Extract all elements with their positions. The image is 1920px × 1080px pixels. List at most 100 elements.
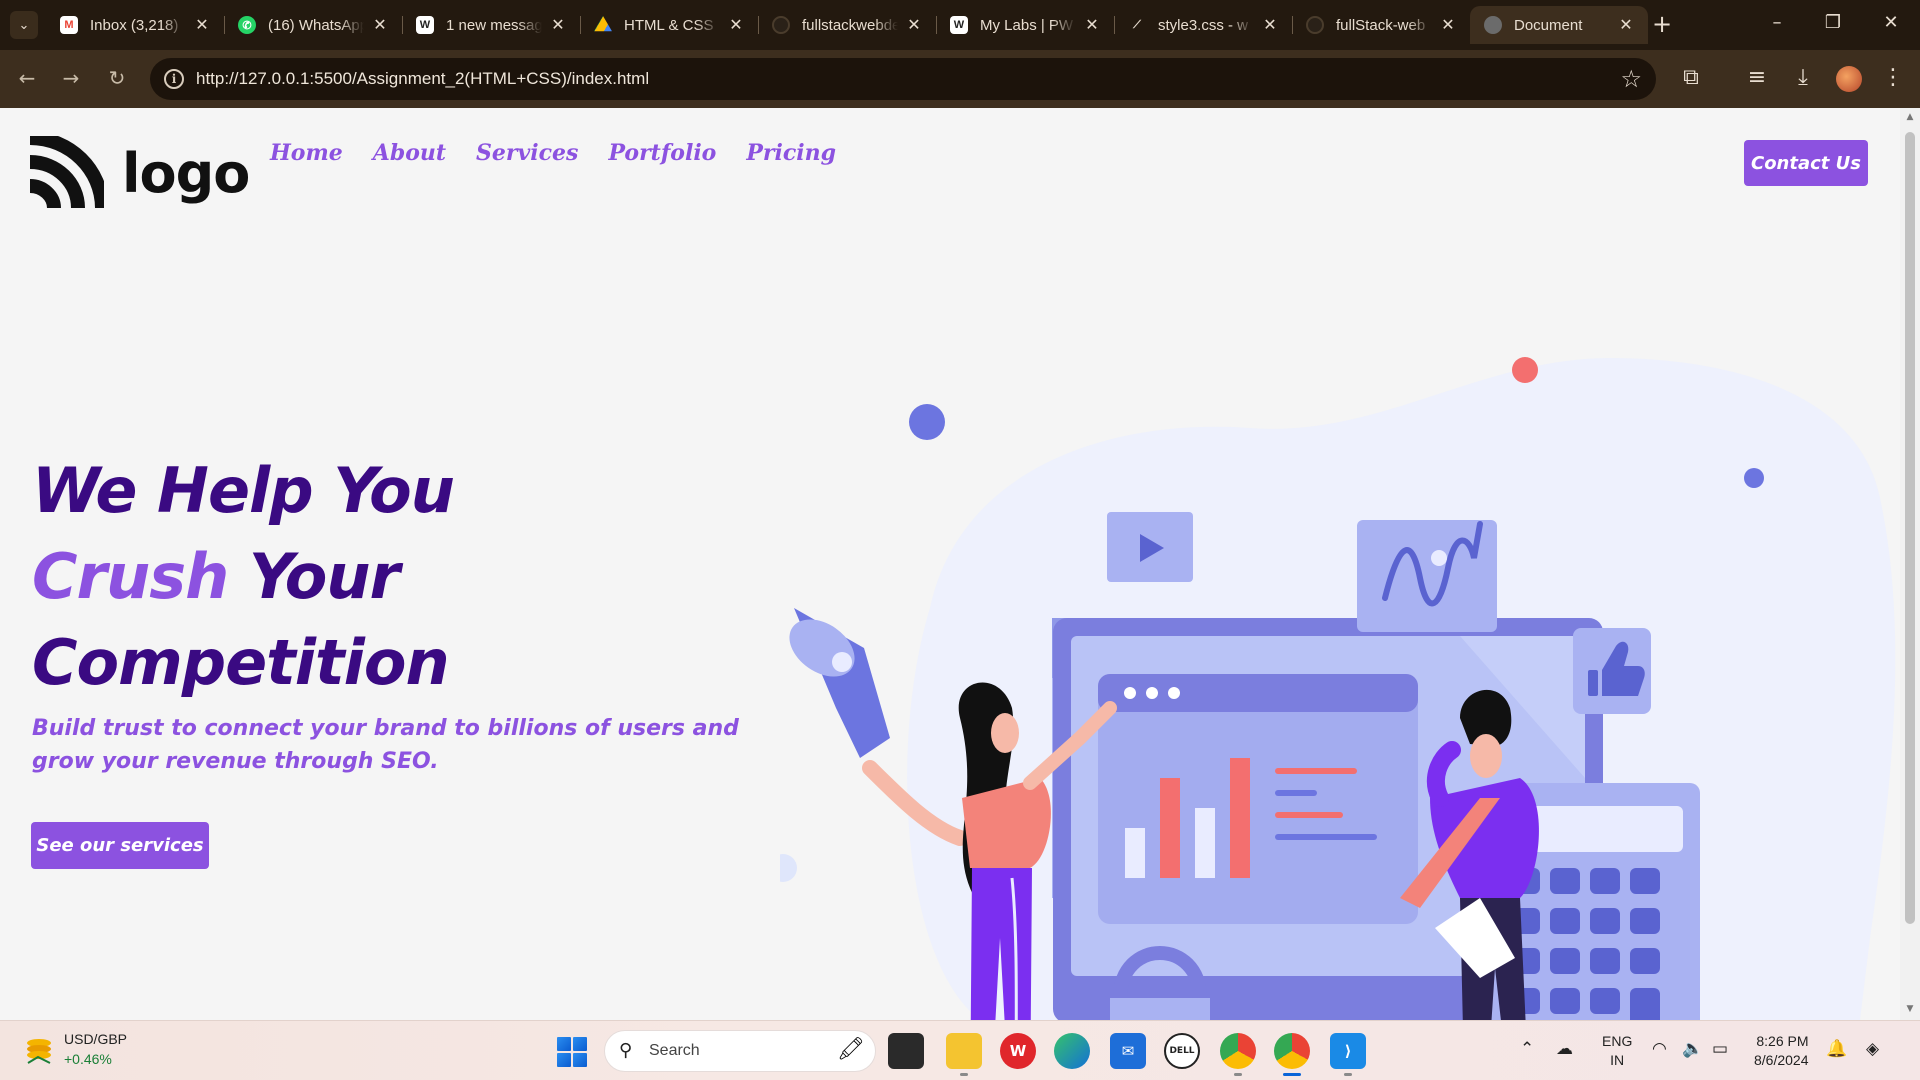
- mail-icon[interactable]: ✉: [1110, 1033, 1146, 1069]
- tab-title: 1 new message: [446, 16, 542, 34]
- back-button[interactable]: ←: [12, 66, 42, 90]
- notification-bell-icon[interactable]: 🔔: [1826, 1039, 1847, 1059]
- hero-illustration: [780, 357, 1896, 1020]
- tab-whatsapp[interactable]: ✆ (16) WhatsApp ✕: [224, 6, 402, 44]
- close-icon[interactable]: ✕: [1082, 15, 1102, 35]
- search-placeholder: Search: [649, 1042, 700, 1059]
- system-clock[interactable]: 8:26 PM 8/6/2024: [1754, 1032, 1809, 1070]
- taskbar-search[interactable]: ⚲ Search 🖍: [604, 1030, 876, 1072]
- onedrive-icon[interactable]: ☁: [1556, 1039, 1573, 1059]
- scroll-up-arrow-icon[interactable]: ▲: [1905, 112, 1915, 122]
- hero-line-2: Your: [228, 540, 400, 613]
- minimize-button[interactable]: –: [1762, 12, 1792, 33]
- app-running-indicator: [1234, 1073, 1242, 1076]
- media-controls-icon[interactable]: ≡: [1742, 65, 1772, 90]
- volume-icon[interactable]: 🔈: [1682, 1039, 1703, 1059]
- app-active-indicator: [1283, 1073, 1301, 1076]
- tab-codesandbox[interactable]: ⟋ style3.css - w ✕: [1114, 6, 1292, 44]
- url-bar[interactable]: i http://127.0.0.1:5500/Assignment_2(HTM…: [150, 58, 1656, 100]
- new-tab-button[interactable]: +: [1652, 12, 1672, 36]
- nav-pricing-link[interactable]: Pricing: [746, 140, 836, 166]
- tab-title: fullStack-web: [1336, 16, 1426, 34]
- blue-dot: [909, 404, 945, 440]
- battery-icon[interactable]: ▭: [1712, 1039, 1728, 1059]
- stock-widget-icon[interactable]: [24, 1035, 54, 1065]
- tab-wordpress[interactable]: W 1 new message ✕: [402, 6, 580, 44]
- bookmark-star-icon[interactable]: ☆: [1620, 65, 1642, 93]
- url-text[interactable]: http://127.0.0.1:5500/Assignment_2(HTML+…: [196, 69, 649, 89]
- reload-button[interactable]: ↻: [102, 66, 132, 90]
- task-view-icon[interactable]: [888, 1033, 924, 1069]
- like-card: [1573, 628, 1651, 714]
- tab-gmail[interactable]: M Inbox (3,218) ✕: [46, 6, 224, 44]
- ticker-change[interactable]: +0.46%: [64, 1051, 112, 1067]
- nav-home-link[interactable]: Home: [270, 140, 343, 166]
- clock-date: 8/6/2024: [1754, 1052, 1809, 1068]
- language-indicator[interactable]: ENG IN: [1602, 1032, 1632, 1070]
- close-icon[interactable]: ✕: [1616, 15, 1636, 35]
- contact-us-button[interactable]: Contact Us: [1744, 140, 1868, 186]
- file-explorer-icon[interactable]: [946, 1033, 982, 1069]
- small-blue-dot: [1744, 468, 1764, 488]
- tab-title: Inbox (3,218): [90, 16, 179, 34]
- windows-taskbar: USD/GBP +0.46% ⚲ Search 🖍 W ✉ DELL ⟩ ⌃ ☁…: [0, 1020, 1920, 1080]
- rss-logo-icon: [30, 136, 104, 209]
- forward-button[interactable]: →: [56, 66, 86, 90]
- hero-line-3: Competition: [32, 626, 450, 699]
- tab-search-button[interactable]: ⌄: [10, 11, 38, 39]
- nav-services-link[interactable]: Services: [476, 140, 578, 166]
- nav-portfolio-link[interactable]: Portfolio: [608, 140, 716, 166]
- wps-office-icon[interactable]: W: [1000, 1033, 1036, 1069]
- edge-icon[interactable]: [1054, 1033, 1090, 1069]
- hero-subtitle: Build trust to connect your brand to bil…: [32, 716, 739, 774]
- clock-time: 8:26 PM: [1756, 1033, 1809, 1049]
- see-services-button[interactable]: See our services: [31, 822, 209, 869]
- site-logo[interactable]: logo: [30, 136, 250, 210]
- globe-icon: [1484, 16, 1502, 34]
- tab-document[interactable]: Document ✕: [1470, 6, 1648, 44]
- scroll-thumb[interactable]: [1905, 132, 1915, 924]
- restore-button[interactable]: ❐: [1818, 12, 1848, 33]
- extensions-icon[interactable]: ⧉: [1676, 65, 1706, 90]
- close-icon[interactable]: ✕: [726, 15, 746, 35]
- wordpress-icon: W: [416, 16, 434, 34]
- close-icon[interactable]: ✕: [1438, 15, 1458, 35]
- profile-avatar[interactable]: [1836, 66, 1862, 92]
- chrome-icon[interactable]: [1220, 1033, 1256, 1069]
- dell-icon[interactable]: DELL: [1164, 1033, 1200, 1069]
- tab-drive[interactable]: HTML & CSS ✕: [580, 6, 758, 44]
- video-card: [1107, 512, 1193, 582]
- hero-heading: We Help You Crush Your Competition: [32, 448, 455, 706]
- vscode-icon[interactable]: ⟩: [1330, 1033, 1366, 1069]
- github-icon: [1306, 16, 1324, 34]
- close-window-button[interactable]: ✕: [1876, 12, 1906, 33]
- main-nav: Home About Services Portfolio Pricing: [270, 140, 836, 166]
- scroll-down-arrow-icon[interactable]: ▼: [1905, 1004, 1915, 1014]
- site-info-icon[interactable]: i: [164, 69, 184, 89]
- close-icon[interactable]: ✕: [192, 15, 212, 35]
- page-scrollbar[interactable]: ▲ ▼: [1900, 108, 1920, 1020]
- download-icon[interactable]: ⤓: [1788, 65, 1818, 90]
- chrome-profile-icon[interactable]: [1274, 1033, 1310, 1069]
- whatsapp-icon: ✆: [238, 16, 256, 34]
- wifi-icon[interactable]: ◠: [1652, 1039, 1667, 1059]
- menu-kebab-icon[interactable]: ⋮: [1878, 65, 1908, 90]
- codesandbox-icon: ⟋: [1133, 18, 1141, 31]
- hero-line-1: We Help You: [32, 454, 455, 527]
- tab-github-2[interactable]: fullStack-web ✕: [1292, 6, 1470, 44]
- browser-tab-bar: ⌄ M Inbox (3,218) ✕ ✆ (16) WhatsApp ✕ W …: [0, 0, 1920, 50]
- tab-title: My Labs | PW: [980, 16, 1074, 34]
- close-icon[interactable]: ✕: [1260, 15, 1280, 35]
- close-icon[interactable]: ✕: [548, 15, 568, 35]
- close-icon[interactable]: ✕: [370, 15, 390, 35]
- tab-title: Document: [1514, 16, 1583, 34]
- close-icon[interactable]: ✕: [904, 15, 924, 35]
- copilot-icon[interactable]: ◈: [1866, 1039, 1879, 1059]
- tab-github[interactable]: fullstackwebdev ✕: [758, 6, 936, 44]
- ticker-name[interactable]: USD/GBP: [64, 1031, 127, 1047]
- app-running-indicator: [960, 1073, 968, 1076]
- nav-about-link[interactable]: About: [373, 140, 446, 166]
- windows-start-icon[interactable]: [557, 1037, 587, 1067]
- tab-pw[interactable]: W My Labs | PW ✕: [936, 6, 1114, 44]
- chevron-up-icon[interactable]: ⌃: [1520, 1039, 1534, 1059]
